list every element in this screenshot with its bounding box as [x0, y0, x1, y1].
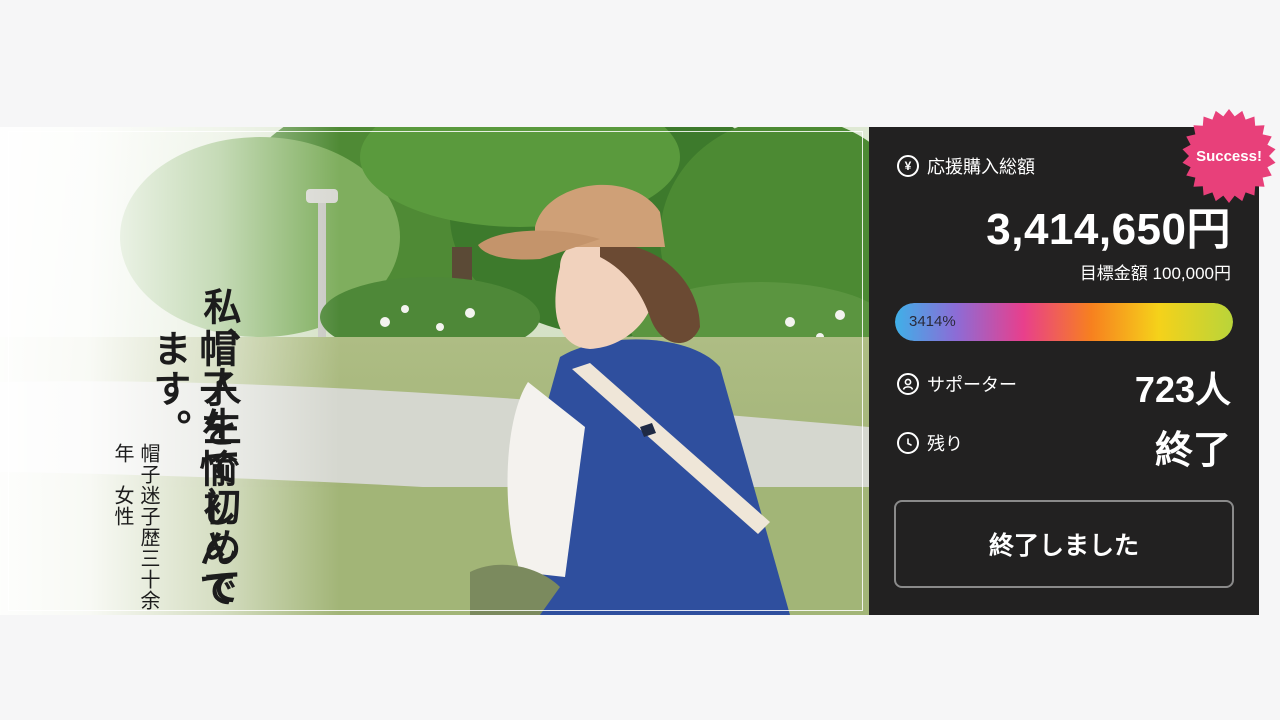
progress-bar: 3414%	[895, 303, 1233, 341]
remaining-label-row: 残り	[897, 430, 963, 456]
total-label: 応援購入総額	[927, 157, 1035, 177]
person-icon	[897, 373, 919, 395]
total-label-row: ¥ 応援購入総額	[897, 153, 1035, 179]
supporters-label-row: サポーター	[897, 371, 1017, 397]
remaining-value: 終了	[1154, 430, 1231, 472]
supporters-label: サポーター	[927, 375, 1017, 395]
supporters-count: 723人	[1134, 369, 1231, 410]
success-badge-label: Success!	[1196, 147, 1262, 165]
success-badge: Success!	[1181, 108, 1277, 204]
project-card: 私、人生で初めて 帽子を愉しんでます。 帽子迷子歴三十余年 女性 ¥ 応援購入総…	[0, 0, 1280, 720]
progress-percent: 3414%	[909, 313, 956, 330]
yen-icon: ¥	[897, 155, 919, 177]
ended-button[interactable]: 終了しました	[894, 500, 1234, 588]
hero-image: 私、人生で初めて 帽子を愉しんでます。 帽子迷子歴三十余年 女性	[0, 127, 869, 615]
clock-icon	[897, 432, 919, 454]
remaining-label: 残り	[927, 434, 963, 454]
goal-amount: 目標金額 100,000円	[1079, 264, 1231, 283]
hero-subcaption: 帽子迷子歴三十余年 女性	[111, 443, 161, 611]
